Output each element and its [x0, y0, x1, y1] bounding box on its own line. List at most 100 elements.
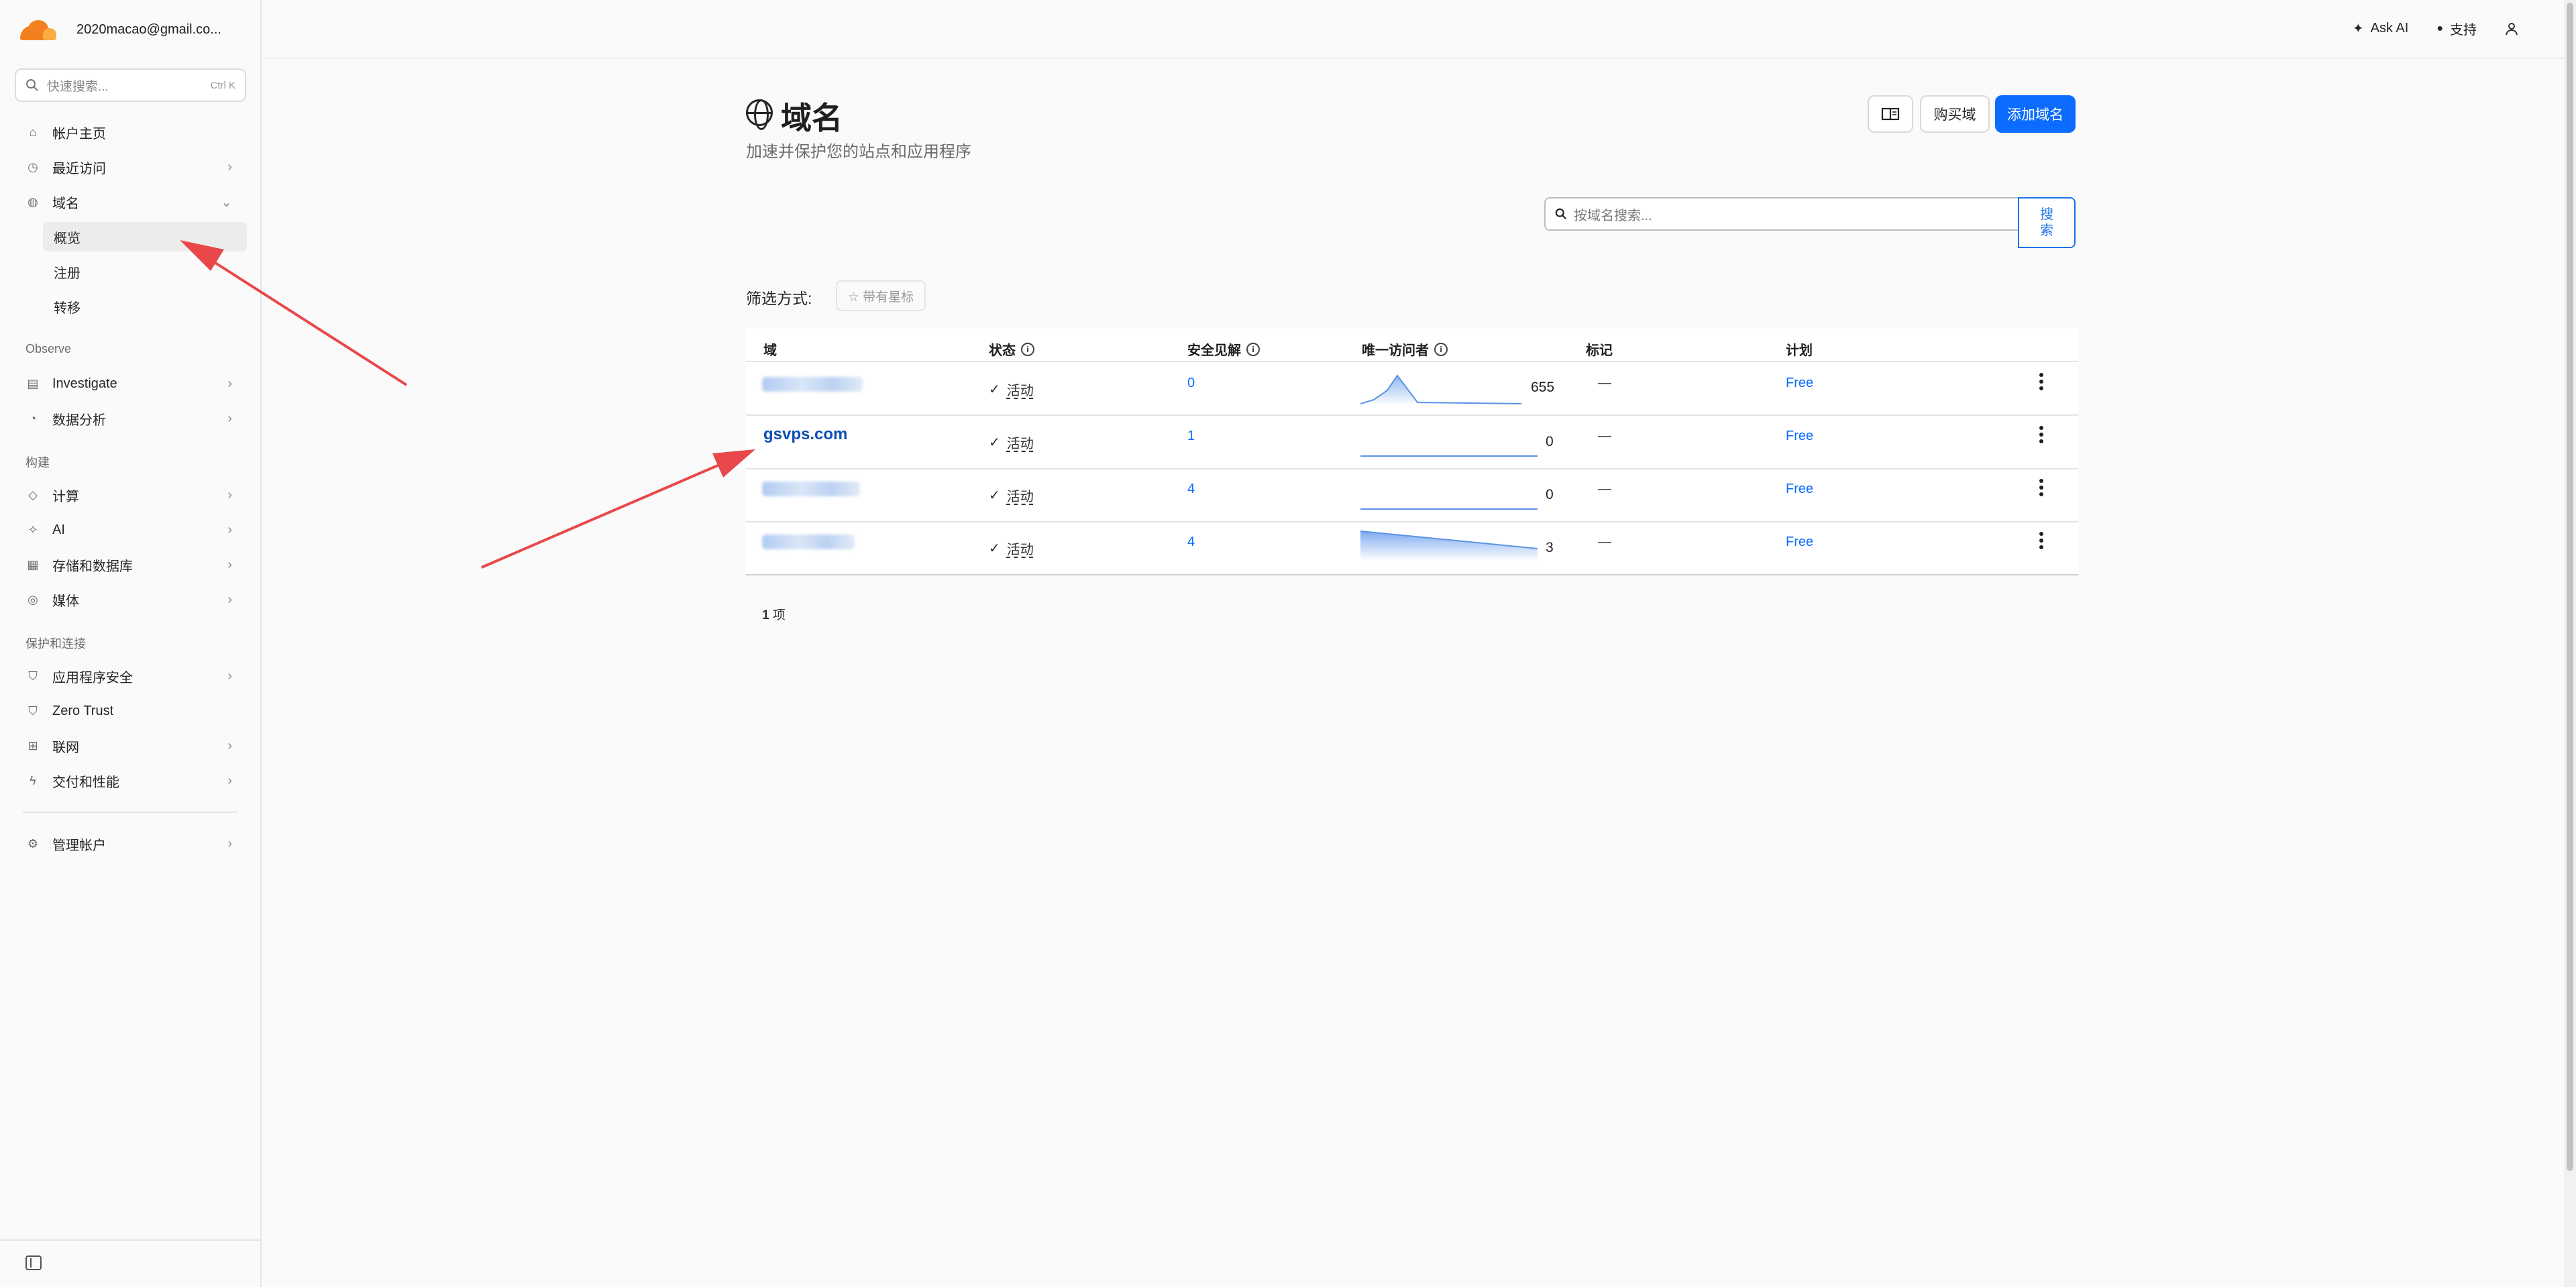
- sidebar-subitem-label: 注册: [54, 266, 80, 281]
- sidebar-item-ai[interactable]: ✧ AI ›: [24, 515, 246, 545]
- info-icon[interactable]: i: [1021, 342, 1034, 356]
- user-menu-button[interactable]: [2505, 22, 2518, 36]
- buy-domain-button[interactable]: 购买域: [1920, 95, 1990, 133]
- search-button[interactable]: 搜索: [2018, 197, 2076, 248]
- visitors-sparkline: [1360, 530, 1538, 561]
- info-icon[interactable]: i: [1434, 342, 1448, 356]
- column-header-status: 状态 i: [989, 339, 1034, 359]
- section-build: 构建: [25, 456, 50, 469]
- plan-link[interactable]: Free: [1786, 482, 1813, 497]
- sidebar-item-storage[interactable]: ▦ 存储和数据库 ›: [24, 550, 246, 579]
- docs-button[interactable]: [1868, 95, 1913, 133]
- investigate-icon: ▤: [27, 376, 39, 390]
- plan-link[interactable]: Free: [1786, 429, 1813, 444]
- book-icon: [1881, 107, 1900, 121]
- sidebar-item-label: Zero Trust: [52, 703, 114, 718]
- chevron-right-icon: ›: [227, 376, 232, 391]
- starred-filter-chip[interactable]: ☆ 带有星标: [836, 280, 926, 311]
- domain-name-redacted[interactable]: [762, 535, 855, 549]
- storage-icon: ▦: [27, 557, 39, 571]
- sidebar-item-label: AI: [52, 522, 65, 537]
- domain-name-redacted[interactable]: [762, 482, 860, 496]
- support-button[interactable]: ● 支持: [2436, 19, 2477, 38]
- status-active: ✓ 活动: [989, 382, 1034, 398]
- domain-name-redacted[interactable]: [762, 377, 863, 392]
- sidebar-item-label: 管理帐户: [52, 838, 106, 853]
- domain-search-input[interactable]: 按域名搜索...: [1544, 197, 2019, 231]
- sidebar-item-label: 交付和性能: [52, 775, 119, 790]
- ask-ai-label: Ask AI: [2370, 21, 2409, 36]
- chevron-right-icon: ›: [227, 557, 232, 572]
- sidebar-subitem-register[interactable]: 注册: [43, 257, 247, 286]
- visitors-sparkline: [1360, 455, 1538, 457]
- column-header-domain: 域: [763, 343, 777, 358]
- add-domain-button[interactable]: 添加域名: [1995, 95, 2076, 133]
- column-header-plan: 计划: [1786, 343, 1813, 358]
- chevron-down-icon: ⌄: [221, 194, 232, 210]
- account-switcher[interactable]: 2020macao@gmail.co...: [17, 15, 221, 44]
- sidebar-footer-divider: [0, 1239, 262, 1241]
- table-bottom-divider: [746, 574, 2078, 575]
- sidebar: 2020macao@gmail.co... 快速搜索... Ctrl K ⌂ 帐…: [0, 0, 262, 1287]
- chevron-right-icon: ›: [227, 836, 232, 851]
- plan-link[interactable]: Free: [1786, 376, 1813, 391]
- mark-value: —: [1598, 429, 1611, 443]
- row-menu-icon[interactable]: [2039, 479, 2043, 499]
- sidebar-item-account-home[interactable]: ⌂ 帐户主页: [24, 117, 246, 147]
- chevron-right-icon: ›: [227, 159, 232, 174]
- sidebar-item-label: 媒体: [52, 594, 79, 609]
- sidebar-item-analytics[interactable]: ◔ 数据分析 ›: [24, 404, 246, 433]
- support-label: 支持: [2450, 23, 2477, 38]
- security-insights-link[interactable]: 1: [1187, 429, 1195, 444]
- user-icon: [2506, 22, 2518, 35]
- shortcut-hint: Ctrl K: [210, 79, 236, 91]
- domain-link-gsvps[interactable]: gsvps.com: [763, 425, 847, 444]
- sidebar-item-manage-account[interactable]: ⚙ 管理帐户 ›: [24, 829, 246, 858]
- domain-search-placeholder: 按域名搜索...: [1574, 208, 1652, 223]
- check-icon: ✓: [989, 382, 1000, 397]
- arrow-to-gsvps: [481, 449, 755, 569]
- row-menu-icon[interactable]: [2039, 426, 2043, 446]
- security-insights-link[interactable]: 4: [1187, 535, 1195, 550]
- sidebar-item-label: Investigate: [52, 376, 117, 391]
- column-header-mark: 标记: [1586, 343, 1613, 358]
- check-icon: ✓: [989, 541, 1000, 556]
- sidebar-item-investigate[interactable]: ▤ Investigate ›: [24, 369, 246, 398]
- table-row-divider: [746, 521, 2078, 522]
- sidebar-item-domains[interactable]: ◍ 域名 ⌄: [24, 187, 246, 217]
- security-insights-link[interactable]: 4: [1187, 482, 1195, 497]
- sidebar-collapse-icon[interactable]: [25, 1255, 42, 1270]
- scrollbar-thumb[interactable]: [2567, 3, 2573, 1171]
- gear-icon: ⚙: [27, 836, 39, 850]
- sidebar-subitem-transfer[interactable]: 转移: [43, 292, 247, 321]
- sidebar-subitem-overview[interactable]: 概览: [43, 222, 247, 251]
- sidebar-item-network[interactable]: ⊞ 联网 ›: [24, 731, 246, 761]
- ask-ai-button[interactable]: ✦ Ask AI: [2353, 20, 2408, 37]
- sidebar-item-label: 数据分析: [52, 412, 106, 428]
- table-row-divider: [746, 468, 2078, 469]
- visitors-sparkline: [1360, 508, 1538, 510]
- mark-value: —: [1598, 376, 1611, 390]
- row-menu-icon[interactable]: [2039, 532, 2043, 552]
- check-icon: ✓: [989, 435, 1000, 450]
- annotation-arrows: [180, 240, 755, 569]
- unique-visitors-count: 0: [1546, 434, 1554, 449]
- chevron-right-icon: ›: [227, 522, 232, 537]
- quick-search-input[interactable]: 快速搜索... Ctrl K: [15, 68, 246, 102]
- search-icon: [26, 79, 38, 91]
- row-menu-icon[interactable]: [2039, 373, 2043, 393]
- unique-visitors-count: 3: [1546, 540, 1554, 555]
- sidebar-item-compute[interactable]: ◇ 计算 ›: [24, 480, 246, 510]
- plan-link[interactable]: Free: [1786, 535, 1813, 550]
- security-insights-link[interactable]: 0: [1187, 376, 1195, 391]
- sidebar-item-app-security[interactable]: ⛉ 应用程序安全 ›: [24, 661, 246, 691]
- visitors-sparkline: [1360, 374, 1521, 405]
- sidebar-item-media[interactable]: ◎ 媒体 ›: [24, 585, 246, 614]
- unique-visitors-count: 0: [1546, 487, 1554, 502]
- info-icon[interactable]: i: [1246, 342, 1260, 356]
- sidebar-item-delivery[interactable]: ϟ 交付和性能 ›: [24, 766, 246, 795]
- sidebar-item-label: 帐户主页: [52, 126, 106, 142]
- sidebar-item-recent[interactable]: ◷ 最近访问 ›: [24, 152, 246, 182]
- sidebar-item-zero-trust[interactable]: ⛉ Zero Trust: [24, 696, 246, 726]
- column-header-insights: 安全见解 i: [1187, 339, 1260, 359]
